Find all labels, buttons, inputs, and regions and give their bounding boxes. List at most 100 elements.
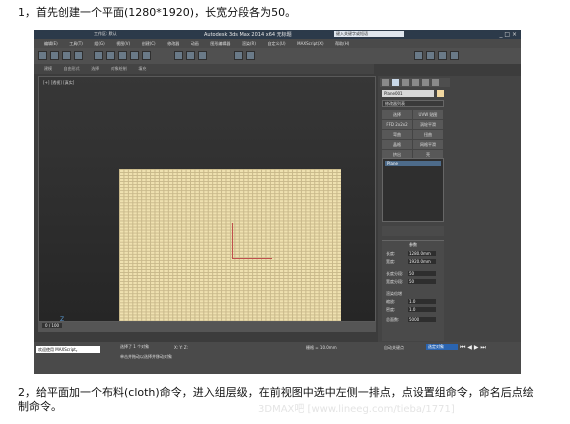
render-frame-icon[interactable] xyxy=(438,51,447,60)
density-label: 密度: xyxy=(386,307,396,312)
maxscript-listener[interactable]: 欢迎使用 MAXScript。 xyxy=(36,346,100,353)
density-field[interactable]: 1.0 xyxy=(408,307,436,312)
modify-tab-icon[interactable] xyxy=(392,79,399,86)
selection-status: 选择了 1 个对象 xyxy=(120,344,150,349)
modifier-button[interactable]: 网格平滑 xyxy=(413,140,443,149)
total-faces-value: 5000 xyxy=(408,317,436,322)
plane-object[interactable] xyxy=(119,169,341,321)
ribbon-tab[interactable]: 填充 xyxy=(138,64,146,74)
perspective-viewport[interactable]: [+] [透视] [真实] xyxy=(38,76,376,322)
render-setup-icon[interactable] xyxy=(426,51,435,60)
window-controls[interactable]: _ □ × xyxy=(499,31,517,38)
menu-item[interactable]: 工具(T) xyxy=(69,39,83,48)
workspace-selector[interactable]: 工作区: 默认 xyxy=(94,31,117,37)
width-segs-label: 宽度分段: xyxy=(386,279,404,284)
modifier-list-dropdown[interactable]: 修改器列表 xyxy=(382,100,444,107)
pivot-axis-horizontal xyxy=(232,258,272,259)
stack-item-plane[interactable]: Plane xyxy=(385,161,441,166)
select-icon[interactable] xyxy=(94,51,103,60)
undo-icon[interactable] xyxy=(38,51,47,60)
menu-item[interactable]: 自定义(U) xyxy=(268,39,286,48)
modifier-button[interactable]: 晶格 xyxy=(382,140,412,149)
window-title: Autodesk 3ds Max 2014 x64 无标题 xyxy=(204,32,292,38)
select-by-name-icon[interactable] xyxy=(106,51,115,60)
modifier-stack[interactable]: Plane xyxy=(382,158,444,222)
length-segs-field[interactable]: 50 xyxy=(408,271,436,276)
modifier-button[interactable]: 涡轮平滑 xyxy=(413,120,443,129)
menu-item[interactable]: 视图(V) xyxy=(116,39,130,48)
material-editor-icon[interactable] xyxy=(414,51,423,60)
angle-snap-icon[interactable] xyxy=(186,51,195,60)
menu-item[interactable]: 编辑(E) xyxy=(44,39,58,48)
coordinate-readout[interactable]: X: Y: Z: xyxy=(174,345,188,350)
command-panel: Plane001 修改器列表 选择 UVW 贴图 FFD 2x2x2 涡轮平滑 … xyxy=(378,76,521,342)
scale-field[interactable]: 1.0 xyxy=(408,299,436,304)
width-field[interactable]: 1920.0mm xyxy=(408,259,436,264)
scale-icon[interactable] xyxy=(142,51,151,60)
parameters-rollout: 参数 长度: 1280.0mm 宽度: 1920.0mm 长度分段: 50 宽度… xyxy=(382,240,444,341)
modifier-button[interactable]: 弯曲 xyxy=(382,130,412,139)
main-toolbar xyxy=(34,48,521,64)
ribbon-tab[interactable]: 选择 xyxy=(91,64,99,74)
menu-item[interactable]: 组(G) xyxy=(94,39,104,48)
snap-icon[interactable] xyxy=(174,51,183,60)
display-tab-icon[interactable] xyxy=(422,79,429,86)
length-segs-label: 长度分段: xyxy=(386,271,404,276)
menu-bar: 编辑(E) 工具(T) 组(G) 视图(V) 创建(C) 修改器 动画 图形编辑… xyxy=(34,39,521,48)
search-input[interactable]: 键入关键字或短语 xyxy=(334,31,404,37)
stack-toolbar[interactable] xyxy=(382,226,444,236)
total-faces-label: 总面数: xyxy=(386,317,400,322)
hierarchy-tab-icon[interactable] xyxy=(402,79,409,86)
frame-counter[interactable]: 0 / 100 xyxy=(42,323,63,328)
motion-tab-icon[interactable] xyxy=(412,79,419,86)
status-bar: 欢迎使用 MAXScript。 选择了 1 个对象 单击并拖动以选择并移动对象 … xyxy=(34,342,521,374)
menu-item[interactable]: 图形编辑器 xyxy=(210,39,230,48)
move-icon[interactable] xyxy=(118,51,127,60)
playback-controls[interactable]: ⏮ ◀ ▶ ⏭ xyxy=(460,344,486,352)
time-slider[interactable]: 0 / 100 xyxy=(38,322,376,332)
percent-snap-icon[interactable] xyxy=(198,51,207,60)
menu-item[interactable]: 帮助(H) xyxy=(335,39,349,48)
title-bar: 工作区: 默认 Autodesk 3ds Max 2014 x64 无标题 键入… xyxy=(34,30,521,39)
viewport-label[interactable]: [+] [透视] [真实] xyxy=(43,80,74,86)
menu-item[interactable]: 动画 xyxy=(191,39,199,48)
modifier-button[interactable]: 扭曲 xyxy=(413,130,443,139)
autokey-button[interactable]: 自动关键点 xyxy=(384,345,404,351)
selection-set-dropdown[interactable]: 选定对象 xyxy=(426,344,458,350)
ribbon-tab[interactable]: 对象绘制 xyxy=(111,64,127,74)
parameters-header[interactable]: 参数 xyxy=(382,242,444,248)
ribbon-tabs: 建模 自由形式 选择 对象绘制 填充 xyxy=(34,64,374,74)
align-icon[interactable] xyxy=(246,51,255,60)
menu-item[interactable]: 创建(C) xyxy=(142,39,156,48)
length-label: 长度: xyxy=(386,251,396,256)
width-label: 宽度: xyxy=(386,259,396,264)
3dsmax-screenshot: 工作区: 默认 Autodesk 3ds Max 2014 x64 无标题 键入… xyxy=(34,30,521,374)
render-icon[interactable] xyxy=(450,51,459,60)
modifier-button[interactable]: 选择 xyxy=(382,110,412,119)
watermark: 3DMAX吧 [www.lineeg.com/tieba/1771] xyxy=(258,404,455,415)
width-segs-field[interactable]: 50 xyxy=(408,279,436,284)
utilities-tab-icon[interactable] xyxy=(432,79,439,86)
object-name-field[interactable]: Plane001 xyxy=(382,90,434,97)
prompt-hint: 单击并拖动以选择并移动对象 xyxy=(120,354,172,359)
length-field[interactable]: 1280.0mm xyxy=(408,251,436,256)
menu-item[interactable]: 修改器 xyxy=(167,39,179,48)
ribbon-tab[interactable]: 自由形式 xyxy=(64,64,80,74)
step-1-instruction: 1，首先创建一个平面(1280*1920)，长宽分段各为50。 xyxy=(18,6,297,19)
link-icon[interactable] xyxy=(62,51,71,60)
scale-label: 缩放: xyxy=(386,299,396,304)
rotate-icon[interactable] xyxy=(130,51,139,60)
unlink-icon[interactable] xyxy=(74,51,83,60)
create-tab-icon[interactable] xyxy=(382,79,389,86)
pivot-axis-vertical xyxy=(232,223,233,259)
menu-item[interactable]: 渲染(R) xyxy=(242,39,256,48)
command-panel-tabs xyxy=(380,78,450,87)
modifier-button[interactable]: UVW 贴图 xyxy=(413,110,443,119)
modifier-buttons: 选择 UVW 贴图 FFD 2x2x2 涡轮平滑 弯曲 扭曲 晶格 网格平滑 挤… xyxy=(382,110,444,160)
object-color-swatch[interactable] xyxy=(437,90,444,97)
redo-icon[interactable] xyxy=(50,51,59,60)
ribbon-tab[interactable]: 建模 xyxy=(44,64,52,74)
mirror-icon[interactable] xyxy=(234,51,243,60)
modifier-button[interactable]: FFD 2x2x2 xyxy=(382,120,412,129)
menu-item[interactable]: MAXScript(X) xyxy=(297,39,323,48)
